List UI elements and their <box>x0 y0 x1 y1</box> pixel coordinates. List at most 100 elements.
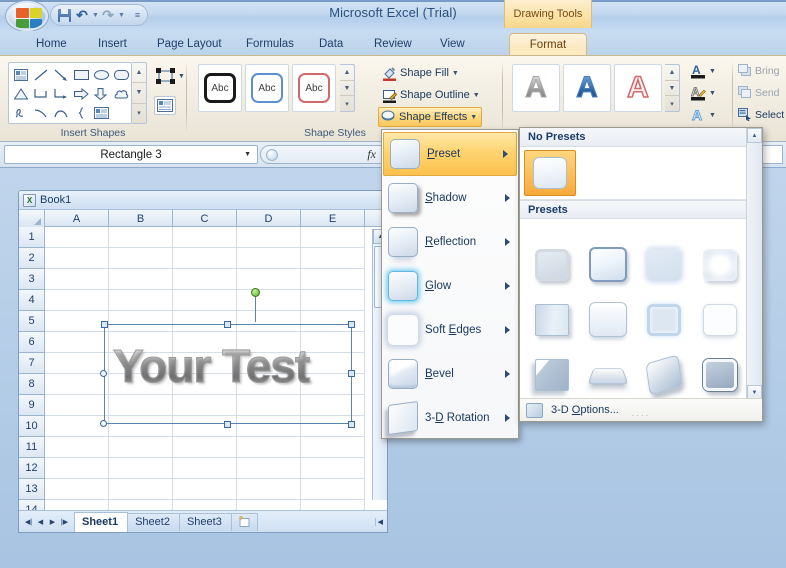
shape-oval[interactable] <box>91 65 111 84</box>
preset-11[interactable] <box>636 347 692 402</box>
column-header-e[interactable]: E <box>301 210 365 227</box>
cell-b13[interactable] <box>109 479 173 500</box>
cell-e11[interactable] <box>301 437 365 458</box>
handle-bottom-right[interactable] <box>348 421 355 428</box>
cell-b3[interactable] <box>109 269 173 290</box>
name-box[interactable]: Rectangle 3 ▼ <box>4 145 258 164</box>
cell-a1[interactable] <box>45 227 109 248</box>
wordart-scroll-up-icon[interactable]: ▲ <box>665 65 679 81</box>
row-header-9[interactable]: 9 <box>19 395 45 416</box>
cell-b2[interactable] <box>109 248 173 269</box>
cell-a12[interactable] <box>45 458 109 479</box>
row-header-3[interactable]: 3 <box>19 269 45 290</box>
tab-review[interactable]: Review <box>364 33 422 55</box>
wordart-scrollbar[interactable]: ▲ ▼ ▾ <box>665 64 680 112</box>
shape-fill-dropdown-arrow[interactable]: ▼ <box>452 70 459 77</box>
horizontal-scroll-region[interactable]: ◀ <box>374 517 385 526</box>
preset-8[interactable] <box>692 292 748 347</box>
shape-arc[interactable] <box>51 103 71 122</box>
wordart-scroll-down-icon[interactable]: ▼ <box>665 81 679 97</box>
row-header-8[interactable]: 8 <box>19 374 45 395</box>
wordart-style-red[interactable]: A <box>614 64 662 112</box>
tab-format[interactable]: Format <box>509 33 587 55</box>
cell-d3[interactable] <box>237 269 301 290</box>
shapes-gallery[interactable] <box>8 62 132 124</box>
shape-styles-scrollbar[interactable]: ▲ ▼ ▾ <box>340 64 355 112</box>
cell-a6[interactable] <box>45 332 109 353</box>
preset-1[interactable] <box>524 237 580 292</box>
row-header-1[interactable]: 1 <box>19 227 45 248</box>
shape-style-black[interactable]: Abc <box>198 64 242 112</box>
preset-2[interactable] <box>580 237 636 292</box>
shape-brace[interactable] <box>71 103 91 122</box>
tab-view[interactable]: View <box>430 33 475 55</box>
insert-worksheet-button[interactable] <box>230 512 258 531</box>
cell-b12[interactable] <box>109 458 173 479</box>
shape-elbow-connector[interactable] <box>31 84 51 103</box>
wordart-style-gray[interactable]: A <box>512 64 560 112</box>
text-effects-dropdown-arrow[interactable]: ▼ <box>709 112 716 119</box>
handle-middle-right[interactable] <box>348 370 355 377</box>
shape-style-blue[interactable]: Abc <box>245 64 289 112</box>
edit-shape-dropdown-arrow[interactable]: ▼ <box>178 73 185 80</box>
cell-e2[interactable] <box>301 248 365 269</box>
cell-c12[interactable] <box>173 458 237 479</box>
cell-a13[interactable] <box>45 479 109 500</box>
shape-outline-dropdown-arrow[interactable]: ▼ <box>473 92 480 99</box>
handle-bottom-left[interactable] <box>100 420 107 427</box>
cell-c3[interactable] <box>173 269 237 290</box>
handle-top-center[interactable] <box>224 321 231 328</box>
text-fill-button[interactable]: A ▼ <box>688 62 719 80</box>
row-header-7[interactable]: 7 <box>19 353 45 374</box>
last-sheet-icon[interactable]: |▶ <box>59 518 70 526</box>
shape-right-arrow[interactable] <box>71 84 91 103</box>
cell-c11[interactable] <box>173 437 237 458</box>
shape-fill-button[interactable]: Shape Fill ▼ <box>380 63 463 83</box>
menu-item-preset[interactable]: Preset <box>383 132 517 176</box>
preset-3[interactable] <box>636 237 692 292</box>
row-header-4[interactable]: 4 <box>19 290 45 311</box>
row-header-6[interactable]: 6 <box>19 332 45 353</box>
text-effects-button[interactable]: A ▼ <box>688 106 719 124</box>
cell-b11[interactable] <box>109 437 173 458</box>
bring-to-front-button[interactable]: Bring <box>738 64 780 77</box>
column-header-a[interactable]: A <box>45 210 109 227</box>
wordart-gallery[interactable]: A A A <box>512 64 665 112</box>
selection-pane-button[interactable]: Select <box>738 108 784 121</box>
preset-10[interactable] <box>580 347 636 402</box>
shape-arrow[interactable] <box>51 65 71 84</box>
handle-middle-left[interactable] <box>100 370 107 377</box>
wordart-shape[interactable]: Your Test <box>104 324 352 424</box>
next-sheet-icon[interactable]: ▶ <box>47 518 58 526</box>
column-header-b[interactable]: B <box>109 210 173 227</box>
preset-9[interactable] <box>524 347 580 402</box>
sheet-tab-sheet2[interactable]: Sheet2 <box>127 512 180 531</box>
send-to-back-button[interactable]: Send <box>738 86 780 99</box>
cell-d12[interactable] <box>237 458 301 479</box>
cell-a9[interactable] <box>45 395 109 416</box>
sheet-tab-sheet3[interactable]: Sheet3 <box>178 512 232 531</box>
cell-a2[interactable] <box>45 248 109 269</box>
gallery-scroll-down-icon[interactable]: ▼ <box>132 83 146 104</box>
cell-c1[interactable] <box>173 227 237 248</box>
menu-item-shadow[interactable]: Shadow <box>382 176 518 220</box>
shape-styles-gallery[interactable]: Abc Abc Abc <box>198 64 339 112</box>
cell-e1[interactable] <box>301 227 365 248</box>
rotation-handle[interactable] <box>251 288 260 297</box>
menu-item-glow[interactable]: Glow <box>382 264 518 308</box>
tab-data[interactable]: Data <box>309 33 353 55</box>
cell-d2[interactable] <box>237 248 301 269</box>
cell-a7[interactable] <box>45 353 109 374</box>
shape-elbow-arrow-connector[interactable] <box>51 84 71 103</box>
shape-triangle[interactable] <box>11 84 31 103</box>
gallery-scroll-up-icon[interactable]: ▲ <box>132 63 146 84</box>
handle-top-right[interactable] <box>348 321 355 328</box>
cell-a5[interactable] <box>45 311 109 332</box>
select-all-corner[interactable] <box>19 210 45 227</box>
cell-e12[interactable] <box>301 458 365 479</box>
row-header-13[interactable]: 13 <box>19 479 45 500</box>
preset-7[interactable] <box>636 292 692 347</box>
shape-styles-scroll-down-icon[interactable]: ▼ <box>340 81 354 97</box>
row-header-12[interactable]: 12 <box>19 458 45 479</box>
shape-styles-more-icon[interactable]: ▾ <box>340 96 354 111</box>
